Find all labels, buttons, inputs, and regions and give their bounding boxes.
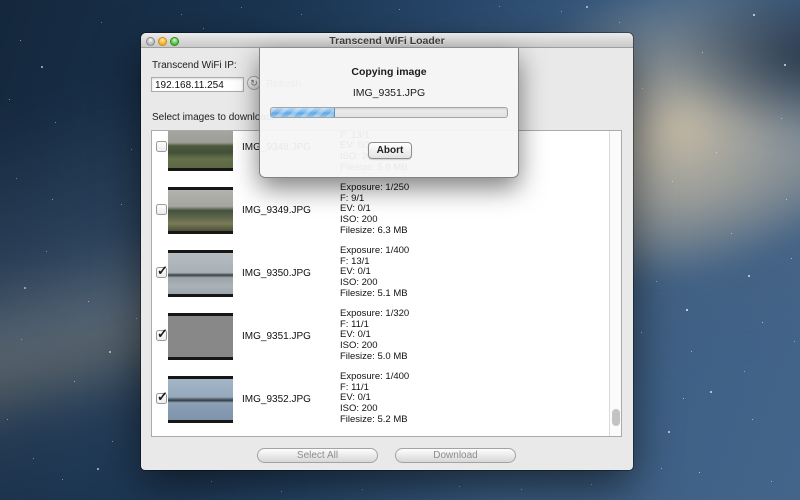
checkmark-icon: ✓ bbox=[157, 263, 168, 279]
image-thumbnail bbox=[168, 130, 233, 171]
image-metadata: Exposure: 1/400 F: 11/1 EV: 0/1 ISO: 200… bbox=[340, 372, 409, 425]
image-thumbnail bbox=[168, 313, 233, 360]
image-filename: IMG_9350.JPG bbox=[242, 268, 311, 279]
image-checkbox[interactable]: ✓ bbox=[156, 267, 167, 278]
app-window: Transcend WiFi Loader Transcend WiFi IP:… bbox=[141, 33, 633, 470]
select-images-label: Select images to download: bbox=[152, 112, 274, 123]
star-field-bright bbox=[0, 0, 2, 2]
download-button[interactable]: Download bbox=[395, 448, 516, 463]
image-metadata: Exposure: 1/250 F: 9/1 EV: 0/1 ISO: 200 … bbox=[340, 183, 409, 236]
progress-bar-fill bbox=[271, 108, 335, 117]
image-thumbnail bbox=[168, 250, 233, 297]
list-item: ✓ IMG_9351.JPG Exposure: 1/320 F: 11/1 E… bbox=[152, 305, 610, 368]
image-checkbox[interactable]: ✓ bbox=[156, 393, 167, 404]
refresh-icon: ↻ bbox=[250, 78, 258, 88]
image-thumbnail bbox=[168, 376, 233, 423]
image-checkbox[interactable]: ✓ bbox=[156, 141, 167, 152]
ip-label: Transcend WiFi IP: bbox=[152, 60, 237, 71]
image-thumbnail bbox=[168, 187, 233, 234]
checkmark-icon: ✓ bbox=[157, 389, 168, 405]
list-scrollbar[interactable] bbox=[609, 131, 621, 436]
checkmark-icon: ✓ bbox=[157, 326, 168, 342]
list-item: ✓ IMG_9352.JPG Exposure: 1/400 F: 11/1 E… bbox=[152, 368, 610, 431]
window-title: Transcend WiFi Loader bbox=[141, 35, 633, 47]
dialog-title: Copying image bbox=[260, 66, 518, 78]
image-checkbox[interactable]: ✓ bbox=[156, 330, 167, 341]
scrollbar-thumb[interactable] bbox=[612, 409, 620, 426]
dialog-filename: IMG_9351.JPG bbox=[260, 87, 518, 99]
progress-bar bbox=[270, 107, 508, 118]
image-checkbox[interactable]: ✓ bbox=[156, 204, 167, 215]
image-metadata: Exposure: 1/400 F: 13/1 EV: 0/1 ISO: 200… bbox=[340, 246, 409, 299]
ip-input[interactable]: 192.168.11.254 bbox=[151, 77, 244, 92]
abort-button[interactable]: Abort bbox=[368, 142, 412, 159]
list-item: ✓ IMG_9349.JPG Exposure: 1/250 F: 9/1 EV… bbox=[152, 179, 610, 242]
select-all-button[interactable]: Select All bbox=[257, 448, 378, 463]
image-filename: IMG_9351.JPG bbox=[242, 331, 311, 342]
copying-dialog: Copying image IMG_9351.JPG Abort bbox=[259, 48, 519, 178]
image-metadata: Exposure: 1/320 F: 11/1 EV: 0/1 ISO: 200… bbox=[340, 309, 409, 362]
title-bar[interactable]: Transcend WiFi Loader bbox=[141, 33, 633, 48]
image-filename: IMG_9352.JPG bbox=[242, 394, 311, 405]
list-item: ✓ IMG_9350.JPG Exposure: 1/400 F: 13/1 E… bbox=[152, 242, 610, 305]
image-filename: IMG_9349.JPG bbox=[242, 205, 311, 216]
